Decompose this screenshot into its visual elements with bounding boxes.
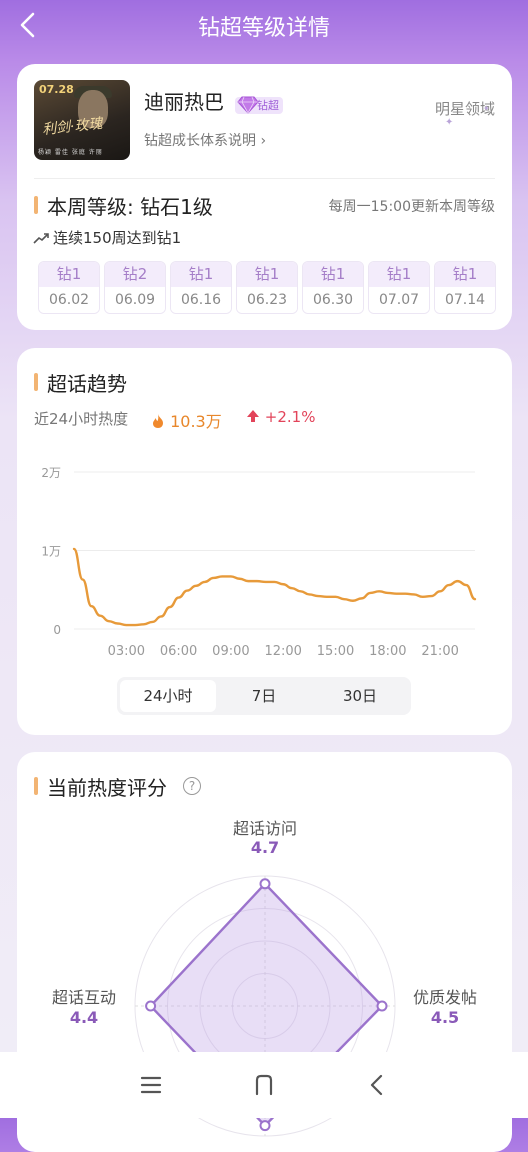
x-tick-label: 06:00 bbox=[160, 644, 197, 659]
x-tick-label: 03:00 bbox=[108, 644, 145, 659]
weekly-level-list: 钻1 06.02 钻2 06.09 钻1 06.16 钻1 06.23 钻1 06.30 钻1 07.… bbox=[38, 261, 496, 314]
x-tick-label: 15:00 bbox=[317, 644, 354, 659]
cover-date: 07.28 bbox=[39, 83, 74, 96]
system-nav-bar bbox=[0, 1052, 528, 1118]
week-level: 钻1 bbox=[369, 262, 429, 287]
week-level: 钻2 bbox=[105, 262, 165, 287]
week-level: 钻1 bbox=[435, 262, 495, 287]
week-level-item: 钻1 07.14 bbox=[434, 261, 496, 314]
level-card: 07.28 利剑·玫瑰 杨颖 雷佳 张庭 许丽 迪丽热巴 钻超 钻超成长体系说明… bbox=[17, 64, 512, 330]
diamond-badge: 钻超 bbox=[235, 96, 283, 114]
drama-cover-image: 07.28 利剑·玫瑰 杨颖 雷佳 张庭 许丽 bbox=[34, 80, 130, 160]
section-marker bbox=[34, 196, 38, 214]
radar-label-post: 优质发帖 bbox=[412, 988, 477, 1007]
week-date: 06.02 bbox=[39, 287, 99, 313]
weekly-level-title: 本周等级: 钻石1级 bbox=[47, 195, 213, 219]
week-date: 06.30 bbox=[303, 287, 363, 313]
page-title: 钻超等级详情 bbox=[197, 16, 330, 41]
tab-24h[interactable]: 24小时 bbox=[120, 680, 216, 712]
y-tick-label: 0 bbox=[53, 623, 61, 637]
radar-point bbox=[259, 878, 271, 890]
week-level: 钻1 bbox=[237, 262, 297, 287]
home-icon[interactable] bbox=[249, 1070, 279, 1100]
week-date: 07.14 bbox=[435, 287, 495, 313]
sparkle-icon: ✦ bbox=[483, 104, 490, 113]
radar-point bbox=[259, 1120, 271, 1132]
radar-score-visit: 4.7 bbox=[250, 838, 280, 857]
x-tick-label: 18:00 bbox=[369, 644, 406, 659]
week-level-item: 钻1 06.02 bbox=[38, 261, 100, 314]
cover-names: 杨颖 雷佳 张庭 许丽 bbox=[38, 149, 103, 156]
radar-label-interact: 超话互动 bbox=[51, 988, 116, 1007]
badge-label: 钻超 bbox=[257, 99, 279, 112]
week-date: 06.16 bbox=[171, 287, 231, 313]
week-level: 钻1 bbox=[303, 262, 363, 287]
trend-up-icon bbox=[33, 233, 49, 244]
y-tick-label: 1万 bbox=[41, 545, 61, 559]
week-level: 钻1 bbox=[39, 262, 99, 287]
week-level-item: 钻2 06.09 bbox=[104, 261, 166, 314]
divider bbox=[34, 178, 495, 179]
sparkle-icon: ✦ bbox=[445, 117, 454, 128]
radar-score-interact: 4.4 bbox=[69, 1008, 99, 1027]
radar-point bbox=[145, 1000, 157, 1012]
radar-point bbox=[376, 1000, 388, 1012]
level-update-note: 每周一15:00更新本周等级 bbox=[328, 199, 495, 215]
radar-label-visit: 超话访问 bbox=[232, 819, 297, 838]
heat-series-line bbox=[72, 547, 477, 627]
growth-explain-link[interactable]: 钻超成长体系说明 › bbox=[144, 130, 266, 150]
top-bar: 钻超等级详情 bbox=[0, 0, 528, 52]
trend-line-chart: 0 1万 2万 03:00 06:00 09:00 12:00 15:00 18:00 21:00 bbox=[41, 466, 477, 659]
star-name: 迪丽热巴 bbox=[144, 90, 224, 114]
x-tick-label: 12:00 bbox=[264, 644, 301, 659]
streak-text: 连续150周达到钻1 bbox=[33, 227, 181, 248]
week-level-item: 钻1 07.07 bbox=[368, 261, 430, 314]
time-range-tabs: 24小时 7日 30日 bbox=[117, 677, 411, 715]
y-tick-label: 2万 bbox=[41, 466, 61, 480]
x-tick-label: 21:00 bbox=[421, 644, 458, 659]
week-date: 06.23 bbox=[237, 287, 297, 313]
cover-title: 利剑·玫瑰 bbox=[41, 115, 104, 139]
menu-icon[interactable] bbox=[136, 1070, 166, 1100]
week-level: 钻1 bbox=[171, 262, 231, 287]
week-level-item: 钻1 06.16 bbox=[170, 261, 232, 314]
week-date: 07.07 bbox=[369, 287, 429, 313]
week-date: 06.09 bbox=[105, 287, 165, 313]
trend-card: 超话趋势 近24小时热度 10.3万 +2.1% 0 1万 2万 03:00 06:00… bbox=[17, 348, 512, 735]
diamond-icon bbox=[237, 96, 259, 114]
x-tick-label: 09:00 bbox=[212, 644, 249, 659]
week-level-item: 钻1 06.23 bbox=[236, 261, 298, 314]
week-level-item: 钻1 06.30 bbox=[302, 261, 364, 314]
tab-7d[interactable]: 7日 bbox=[216, 680, 312, 712]
radar-score-post: 4.5 bbox=[430, 1008, 460, 1027]
back-icon[interactable] bbox=[362, 1070, 392, 1100]
tab-30d[interactable]: 30日 bbox=[312, 680, 408, 712]
